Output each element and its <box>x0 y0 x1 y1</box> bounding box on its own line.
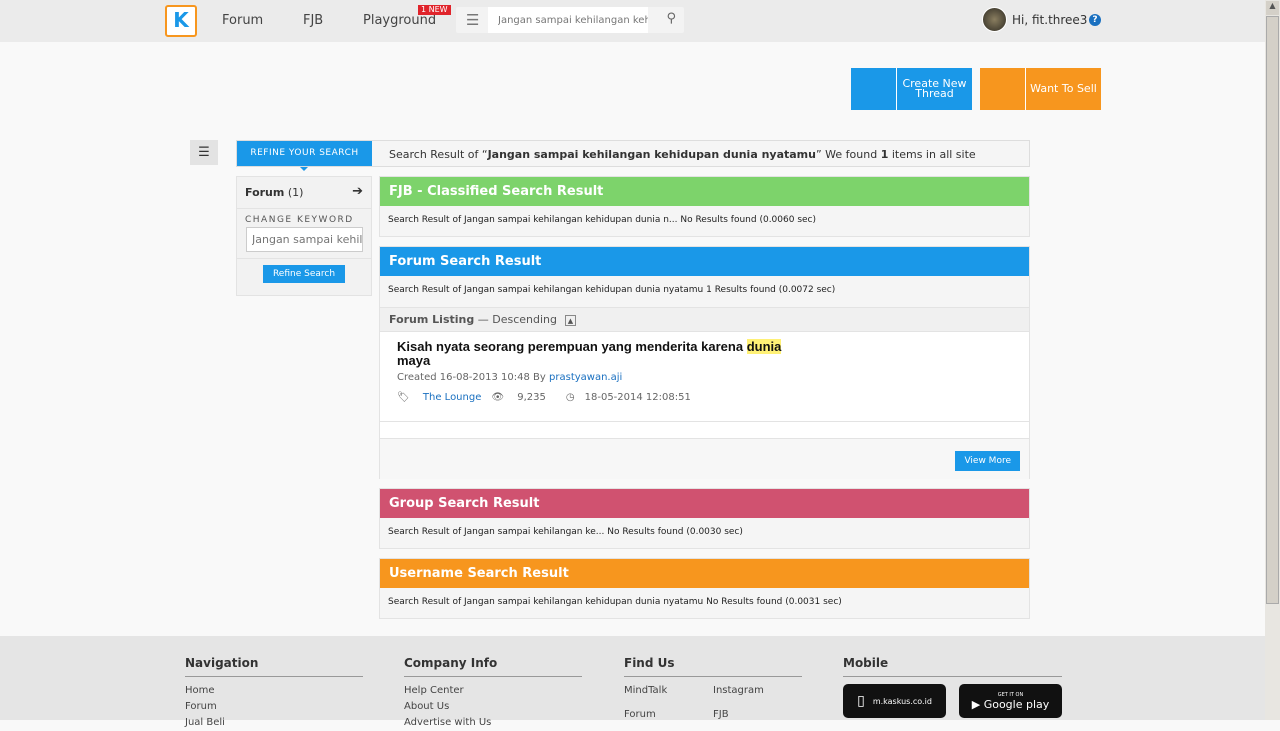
listing-label: Forum Listing <box>389 313 475 326</box>
mobile-site-button[interactable]: ▯ m.kaskus.co.id <box>843 684 946 718</box>
search-icon[interactable]: ⚲ <box>666 11 676 26</box>
view-count: 9,235 <box>517 392 546 403</box>
menu-icon[interactable]: ☰ <box>466 11 479 29</box>
forum-title: Forum Search Result <box>380 247 1029 276</box>
fjb-result: Search Result of Jangan sampai kehilanga… <box>388 215 817 225</box>
arrow-right-icon: ➔ <box>352 184 363 199</box>
group-section: Group Search Result Search Result of Jang… <box>379 488 1030 549</box>
footer-findus-title: Find Us <box>624 656 802 677</box>
filter-forum-label: Forum <box>245 186 285 199</box>
footer-link-instagram[interactable]: Instagram <box>713 683 802 699</box>
eye-icon: 👁 <box>491 392 505 403</box>
thread-title-highlight: dunia <box>746 339 782 354</box>
summary-keyword: Jangan sampai kehilangan kehidupan dunia… <box>487 148 816 161</box>
footer-link-forum[interactable]: Forum <box>185 699 363 715</box>
refine-panel: Forum (1) ➔ CHANGE KEYWORD Refine Search <box>236 176 372 296</box>
scrollbar-thumb[interactable] <box>1266 16 1279 604</box>
top-bar: K Forum FJB Playground 1 NEW ☰ ⚲ Hi, fit… <box>0 0 1265 42</box>
footer-link-advertise[interactable]: Advertise with Us <box>404 715 582 731</box>
footer-findus: Find Us MindTalk Instagram Forum FJB <box>624 656 802 723</box>
footer-link-home[interactable]: Home <box>185 683 363 699</box>
scroll-up-icon[interactable]: ▲ <box>1266 1 1279 15</box>
refine-your-search-tab[interactable]: REFINE YOUR SEARCH <box>237 141 372 171</box>
create-thread-icon <box>851 68 897 110</box>
group-result: Search Result of Jangan sampai kehilanga… <box>388 527 743 537</box>
change-keyword-label: CHANGE KEYWORD <box>245 215 354 225</box>
search-bar: ☰ ⚲ <box>456 7 684 33</box>
author-link[interactable]: prastyawan.aji <box>549 372 622 383</box>
refine-header: REFINE YOUR SEARCH Search Result of “Jan… <box>236 140 1030 171</box>
last-post-time: 18-05-2014 12:08:51 <box>584 392 691 403</box>
footer-link-about[interactable]: About Us <box>404 699 582 715</box>
google-play-label: ▶ Google play <box>971 697 1050 711</box>
thread-title-post: maya <box>397 353 431 368</box>
user-greeting[interactable]: Hi, fit.three3 <box>1012 13 1087 27</box>
keyword-input[interactable] <box>246 227 363 252</box>
fjb-title: FJB - Classified Search Result <box>380 177 1029 206</box>
nav-playground[interactable]: Playground <box>363 13 436 28</box>
thread-meta: Created 16-08-2013 10:48 By prastyawan.a… <box>397 372 1012 383</box>
tag-icon: 🏷 <box>397 392 410 403</box>
username-title: Username Search Result <box>380 559 1029 588</box>
forum-section: Forum Search Result Search Result of Jang… <box>379 246 1030 308</box>
footer-company-title: Company Info <box>404 656 582 677</box>
phone-icon: ▯ <box>857 693 865 709</box>
scrollbar[interactable]: ▲ <box>1265 0 1280 720</box>
refine-search-button[interactable]: Refine Search <box>262 265 346 283</box>
create-thread-button[interactable]: Create New Thread <box>851 68 972 110</box>
footer-link-forum2[interactable]: Forum <box>624 707 713 723</box>
forum-result: Search Result of Jangan sampai kehilanga… <box>388 285 836 295</box>
summary-prefix: Search Result of “ <box>389 148 488 161</box>
new-badge: 1 NEW <box>418 5 451 15</box>
thread-title[interactable]: Kisah nyata seorang perempuan yang mende… <box>397 339 797 368</box>
listing-order: — Descending <box>477 313 557 326</box>
fjb-section: FJB - Classified Search Result Search Res… <box>379 176 1030 237</box>
footer-mobile: Mobile <box>843 656 1062 683</box>
filter-forum[interactable]: Forum (1) ➔ <box>237 177 371 209</box>
category-link[interactable]: The Lounge <box>423 392 481 403</box>
mobile-site-label: m.kaskus.co.id <box>872 696 932 706</box>
username-result: Search Result of Jangan sampai kehilanga… <box>388 597 842 607</box>
created-text: Created 16-08-2013 10:48 By <box>397 372 550 383</box>
want-to-sell-label: Want To Sell <box>1030 82 1097 95</box>
collapse-icon[interactable]: ▲ <box>564 314 576 326</box>
thread-tags: 🏷 The Lounge 👁 9,235 ◷ 18-05-2014 12:08:51 <box>397 392 1012 403</box>
create-thread-label: Create New Thread <box>902 77 967 100</box>
filter-forum-count: (1) <box>287 186 304 199</box>
footer-nav-title: Navigation <box>185 656 363 677</box>
clock-icon: ◷ <box>565 392 575 403</box>
kaskus-logo[interactable]: K <box>165 5 197 37</box>
view-more-button[interactable]: View More <box>955 451 1020 471</box>
nav-forum[interactable]: Forum <box>222 13 263 28</box>
sidebar-toggle-icon[interactable]: ☰ <box>190 140 218 165</box>
list-item: Kisah nyata seorang perempuan yang mende… <box>380 332 1029 422</box>
nav-fjb[interactable]: FJB <box>303 13 323 28</box>
footer: Navigation Home Forum Jual Beli Company In… <box>0 636 1265 728</box>
group-title: Group Search Result <box>380 489 1029 518</box>
summary-mid: ” We found <box>815 148 881 161</box>
footer-link-mindtalk[interactable]: MindTalk <box>624 683 713 699</box>
help-icon[interactable]: ? <box>1089 14 1101 26</box>
listing-header: Forum Listing — Descending ▲ <box>380 308 1029 332</box>
footer-link-fjb[interactable]: FJB <box>713 707 802 723</box>
google-play-button[interactable]: GET IT ON ▶ Google play <box>959 684 1062 718</box>
footer-mobile-title: Mobile <box>843 656 1062 677</box>
want-to-sell-button[interactable]: Want To Sell <box>980 68 1101 110</box>
forum-listing: Forum Listing — Descending ▲ Kisah nyata … <box>379 307 1030 479</box>
username-section: Username Search Result Search Result of J… <box>379 558 1030 619</box>
search-input[interactable] <box>488 7 648 33</box>
avatar[interactable] <box>982 7 1007 32</box>
footer-link-help[interactable]: Help Center <box>404 683 582 699</box>
footer-link-jual-beli[interactable]: Jual Beli <box>185 715 363 731</box>
search-summary: Search Result of “Jangan sampai kehilang… <box>389 148 976 161</box>
thread-title-pre: Kisah nyata seorang perempuan yang mende… <box>397 339 747 354</box>
summary-suffix: items in all site <box>888 148 976 161</box>
sell-icon <box>980 68 1026 110</box>
